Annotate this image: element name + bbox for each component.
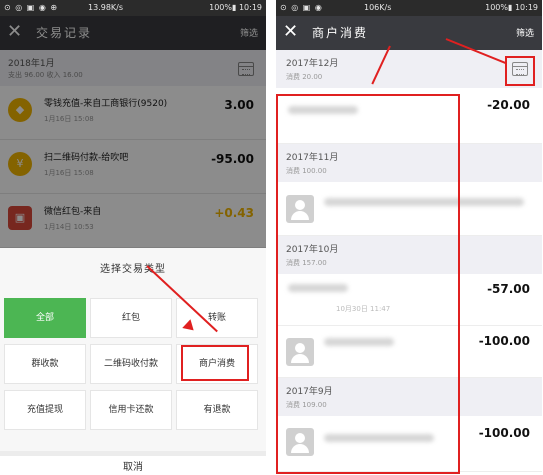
option-red-packet[interactable]: 红包 bbox=[90, 298, 172, 338]
nav-bar: ✕ 商户消费 筛选 bbox=[276, 16, 542, 50]
item-amount: -57.00 bbox=[487, 282, 530, 296]
highlight-box bbox=[181, 345, 249, 381]
option-refund[interactable]: 有退款 bbox=[176, 390, 258, 430]
option-topup-withdraw[interactable]: 充值提现 bbox=[4, 390, 86, 430]
item-amount: -100.00 bbox=[478, 334, 530, 348]
dim-overlay[interactable] bbox=[0, 16, 266, 248]
divider bbox=[266, 0, 276, 475]
network-speed: 13.98K/s bbox=[88, 3, 124, 12]
option-credit-card[interactable]: 信用卡还款 bbox=[90, 390, 172, 430]
month-label: 2017年12月 bbox=[286, 59, 339, 69]
highlight-box bbox=[276, 94, 460, 474]
item-amount: -20.00 bbox=[487, 98, 530, 112]
page-title: 商户消费 bbox=[312, 26, 369, 40]
item-amount: -100.00 bbox=[478, 426, 530, 440]
left-screen: ⊙ ◎ ▣ ◉ ⊕ 13.98K/s 100%▮ 10:19 ✕ 交易记录 筛选… bbox=[0, 0, 266, 475]
month-summary: 消费 20.00 bbox=[286, 73, 323, 81]
status-bar: ⊙ ◎ ▣ ◉ ⊕ 13.98K/s 100%▮ 10:19 bbox=[0, 0, 266, 16]
option-qr-payment[interactable]: 二维码收付款 bbox=[90, 344, 172, 384]
highlight-box bbox=[505, 56, 535, 86]
status-icons: ⊙ ◎ ▣ ◉ ⊕ bbox=[4, 3, 59, 12]
month-header: 2017年12月 消费 20.00 bbox=[276, 50, 542, 88]
status-icons: ⊙ ◎ ▣ ◉ bbox=[280, 3, 323, 12]
right-screen: ⊙ ◎ ▣ ◉ 106K/s 100%▮ 10:19 ✕ 商户消费 筛选 201… bbox=[276, 0, 542, 475]
network-speed: 106K/s bbox=[364, 3, 392, 12]
status-bar: ⊙ ◎ ▣ ◉ 106K/s 100%▮ 10:19 bbox=[276, 0, 542, 16]
sheet-title: 选择交易类型 bbox=[100, 264, 166, 275]
option-all[interactable]: 全部 bbox=[4, 298, 86, 338]
cancel-button[interactable]: 取消 bbox=[0, 451, 266, 475]
battery-time: 100%▮ 10:19 bbox=[209, 3, 262, 12]
option-group-collect[interactable]: 群收款 bbox=[4, 344, 86, 384]
battery-time: 100%▮ 10:19 bbox=[485, 3, 538, 12]
filter-button[interactable]: 筛选 bbox=[516, 26, 534, 39]
close-icon[interactable]: ✕ bbox=[283, 20, 298, 44]
